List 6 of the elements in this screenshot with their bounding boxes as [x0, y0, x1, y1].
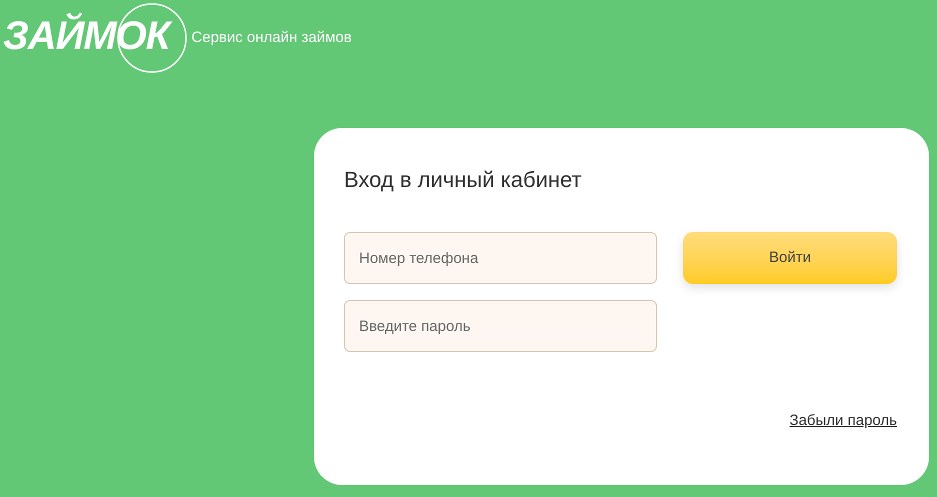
input-field[interactable]: Номер телефона: [344, 232, 657, 284]
forgot-password-link[interactable]: Забыли пароль: [790, 410, 897, 432]
tagline: Сервис онлайн займов: [191, 28, 352, 48]
login-title: Вход в личный кабинет: [344, 166, 583, 194]
input-field[interactable]: Введите пароль: [344, 300, 657, 352]
login-button[interactable]: Войти: [683, 232, 897, 284]
